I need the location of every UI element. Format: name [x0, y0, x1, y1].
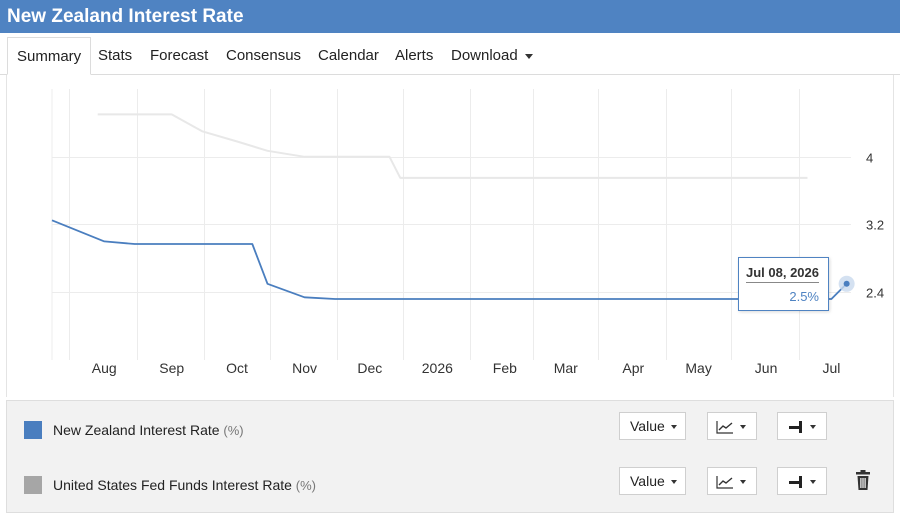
- x-tick-label: Dec: [357, 360, 382, 376]
- data-point: [843, 280, 850, 287]
- legend-panel: New Zealand Interest Rate (%) Value Unit…: [6, 400, 894, 513]
- x-tick-label: 2026: [422, 360, 453, 376]
- legend-row: United States Fed Funds Interest Rate (%…: [7, 465, 893, 505]
- value-dropdown-label: Value: [630, 418, 665, 434]
- tooltip-date: Jul 08, 2026: [746, 265, 819, 283]
- legend-series-unit: (%): [223, 423, 244, 438]
- y-tick-label: 4: [866, 151, 873, 166]
- value-dropdown[interactable]: Value: [619, 467, 686, 495]
- chevron-down-icon: [670, 425, 677, 430]
- x-tick-label: Jun: [755, 360, 778, 376]
- tab-bar: Summary Stats Forecast Consensus Calenda…: [0, 33, 900, 75]
- legend-series-label: United States Fed Funds Interest Rate: [53, 477, 292, 493]
- tab-download-label: Download: [451, 47, 518, 64]
- chevron-down-icon: [524, 53, 533, 59]
- tab-stats[interactable]: Stats: [89, 37, 141, 74]
- x-tick-label: Feb: [493, 360, 517, 376]
- chevron-down-icon: [670, 480, 677, 485]
- x-tick-label: Jul: [822, 360, 840, 376]
- tab-consensus[interactable]: Consensus: [217, 37, 310, 74]
- x-tick-label: May: [685, 360, 711, 376]
- chart-type-dropdown[interactable]: [707, 467, 757, 495]
- tab-alerts[interactable]: Alerts: [386, 37, 442, 74]
- trash-icon[interactable]: [853, 470, 873, 492]
- y-tick-label: 2.4: [866, 286, 884, 301]
- chart-type-dropdown[interactable]: [707, 412, 757, 440]
- x-tick-label: Apr: [622, 360, 644, 376]
- chart-tooltip: Jul 08, 2026 2.5%: [738, 257, 829, 311]
- x-tick-label: Aug: [92, 360, 117, 376]
- legend-row: New Zealand Interest Rate (%) Value: [7, 410, 893, 450]
- chevron-down-icon: [740, 480, 746, 485]
- value-dropdown[interactable]: Value: [619, 412, 686, 440]
- series-line-nz: [51, 219, 848, 300]
- axis-dropdown[interactable]: [777, 412, 827, 440]
- legend-series-unit: (%): [295, 478, 317, 493]
- tab-calendar[interactable]: Calendar: [309, 37, 388, 74]
- x-tick-label: Nov: [292, 360, 317, 376]
- axis-icon: [789, 476, 802, 489]
- tab-forecast[interactable]: Forecast: [141, 37, 217, 74]
- legend-series-name: New Zealand Interest Rate (%): [53, 422, 244, 438]
- legend-series-name: United States Fed Funds Interest Rate (%…: [53, 477, 316, 493]
- value-dropdown-label: Value: [630, 473, 665, 489]
- series-color-swatch[interactable]: [24, 421, 42, 439]
- x-tick-label: Oct: [226, 360, 248, 376]
- series-color-swatch[interactable]: [24, 476, 42, 494]
- line-chart-icon: [716, 421, 733, 434]
- tab-summary[interactable]: Summary: [7, 37, 92, 75]
- line-chart-icon: [716, 476, 733, 489]
- legend-series-label: New Zealand Interest Rate: [53, 422, 220, 438]
- chevron-down-icon: [810, 425, 816, 430]
- tooltip-value: 2.5%: [789, 289, 819, 304]
- axis-dropdown[interactable]: [777, 467, 827, 495]
- x-tick-label: Mar: [554, 360, 578, 376]
- chevron-down-icon: [810, 480, 816, 485]
- chevron-down-icon: [740, 425, 746, 430]
- x-tick-label: Sep: [159, 360, 184, 376]
- axis-icon: [789, 421, 802, 434]
- tab-download[interactable]: Download: [442, 37, 542, 74]
- page-title: New Zealand Interest Rate: [0, 0, 900, 33]
- chart[interactable]: Aug Sep Oct Nov Dec 2026 Feb Mar Apr May Jun Jul 2.4…: [0, 75, 900, 397]
- y-tick-label: 3.2: [866, 218, 884, 233]
